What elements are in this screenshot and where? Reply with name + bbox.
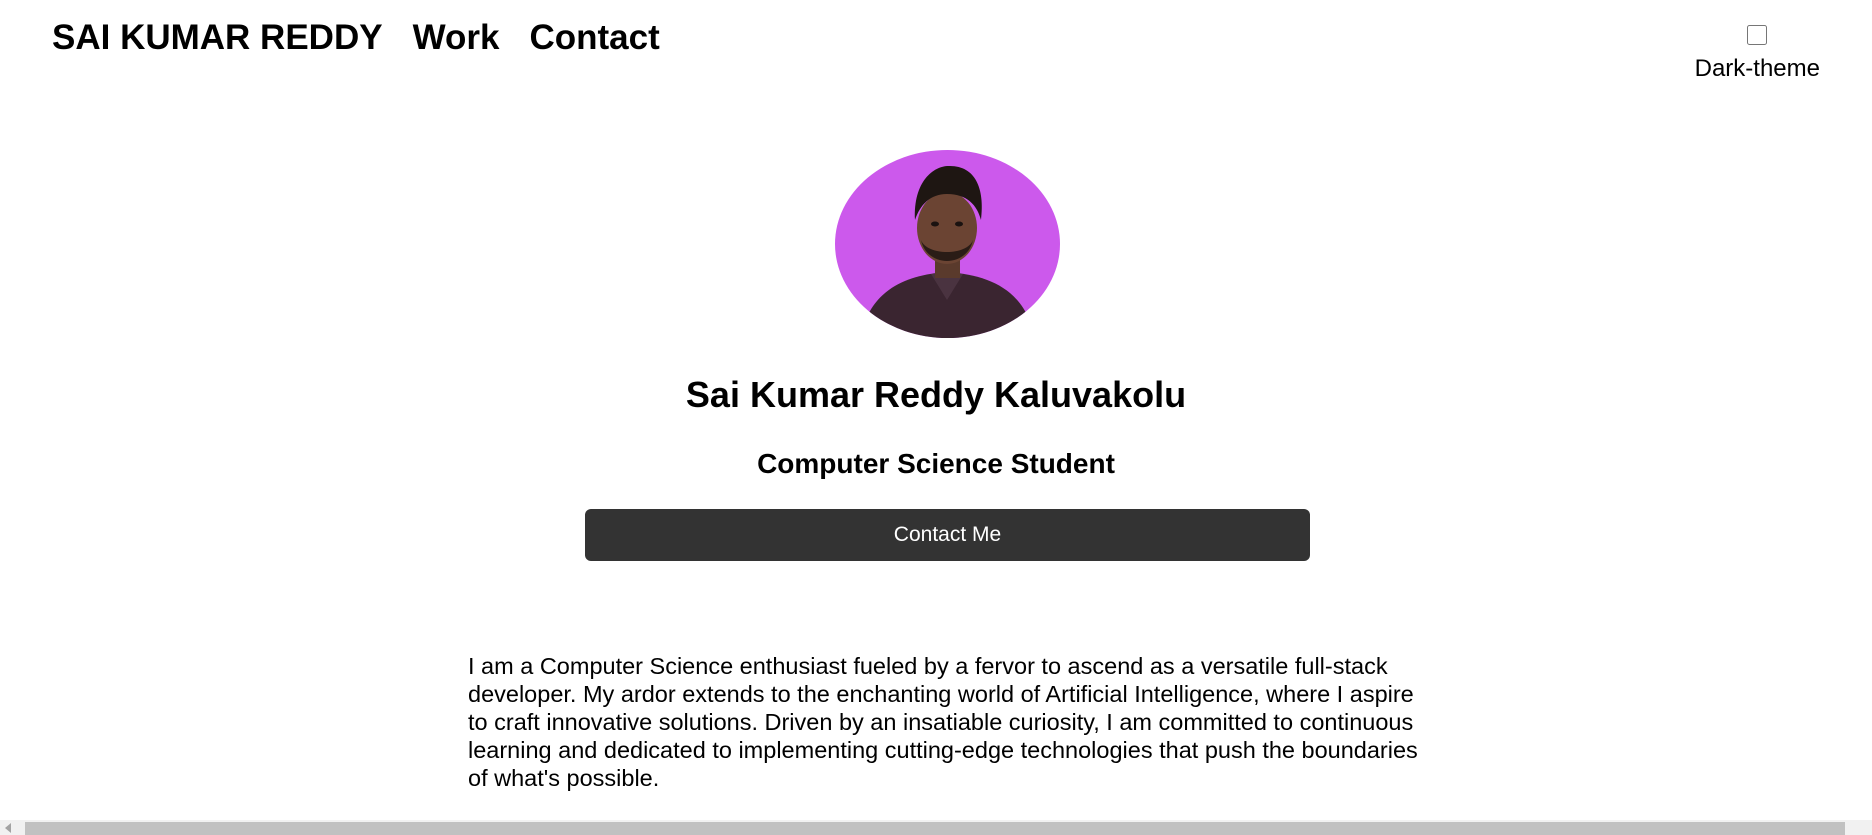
chevron-left-icon[interactable]: [5, 823, 11, 833]
theme-toggle: Dark-theme: [1695, 22, 1820, 83]
nav-link-contact[interactable]: Contact: [529, 18, 659, 58]
nav-link-work[interactable]: Work: [413, 18, 500, 58]
horizontal-scrollbar[interactable]: [0, 820, 1872, 835]
scrollbar-thumb[interactable]: [25, 822, 1845, 835]
top-nav: SAI KUMAR REDDY Work Contact: [52, 18, 660, 58]
about-paragraph: I am a Computer Science enthusiast fuele…: [468, 653, 1418, 791]
profile-name: Sai Kumar Reddy Kaluvakolu: [685, 374, 1187, 415]
page: SAI KUMAR REDDY Work Contact Dark-theme …: [0, 0, 1872, 835]
profile-role: Computer Science Student: [757, 448, 1115, 479]
dark-theme-label[interactable]: Dark-theme: [1695, 55, 1820, 83]
brand-link[interactable]: SAI KUMAR REDDY: [52, 18, 383, 58]
profile-photo: [835, 150, 1060, 338]
contact-me-button[interactable]: Contact Me: [585, 509, 1310, 561]
dark-theme-checkbox[interactable]: [1747, 25, 1768, 45]
person-silhouette-icon: [860, 165, 1035, 338]
